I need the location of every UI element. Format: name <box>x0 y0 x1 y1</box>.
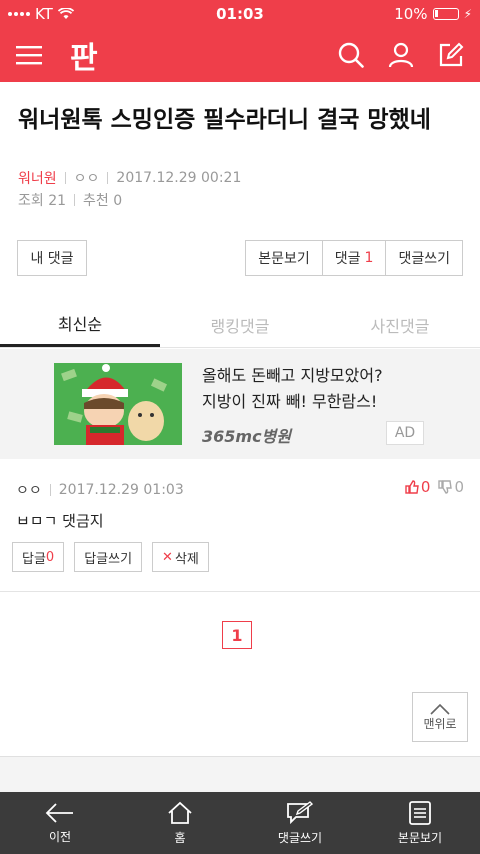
reply-count: 0 <box>45 549 55 565</box>
footer-strip <box>0 756 480 792</box>
view-count: 조회 21 <box>18 193 67 209</box>
comment-sort-tabs: 최신순 랭킹댓글 사진댓글 <box>0 302 480 348</box>
comment-votes: 0 0 <box>405 478 464 496</box>
ad-copy[interactable]: 올해도 돈빼고 지방모았어? 지방이 진짜 빼! 무한람스! <box>202 363 383 415</box>
menu-icon[interactable] <box>16 45 42 65</box>
nav-write-comment-label: 댓글쓰기 <box>277 830 323 845</box>
article-datetime: 2017.12.29 00:21 <box>116 170 242 186</box>
comments-label: 댓글 <box>334 251 361 267</box>
recommend-count: 추천 0 <box>83 193 123 209</box>
nav-home-label: 홈 <box>174 830 186 845</box>
ad-brand: 365mc병원 <box>202 427 291 446</box>
tab-latest[interactable]: 최신순 <box>0 302 160 347</box>
clock: 01:03 <box>216 5 264 23</box>
divider <box>49 484 51 496</box>
comment-meta: ㅇㅇ 2017.12.29 01:03 <box>16 480 184 500</box>
dislike-count: 0 <box>454 478 464 496</box>
delete-button[interactable]: ✕ 삭제 <box>152 542 209 572</box>
home-icon <box>168 801 192 824</box>
chevron-up-icon <box>430 703 450 715</box>
scroll-to-top-label: 맨위로 <box>423 716 457 731</box>
bottom-nav: 이전 홈 댓글쓰기 본문보기 <box>0 792 480 854</box>
document-icon <box>409 800 431 825</box>
ad-line-2: 지방이 진짜 빼! 무한람스! <box>202 392 378 411</box>
edit-icon[interactable] <box>438 42 464 68</box>
nav-view-body-label: 본문보기 <box>397 830 443 845</box>
write-comment-icon <box>287 800 314 824</box>
like-count: 0 <box>420 478 431 496</box>
comment-text: ㅂㅁㄱ 댓금지 <box>16 512 104 530</box>
comments-button[interactable]: 댓글 1 <box>321 240 387 276</box>
reply-label: 답글 <box>22 551 46 567</box>
nav-home[interactable]: 홈 <box>120 792 240 854</box>
battery-percent: 10% <box>394 5 428 23</box>
dislike-button[interactable]: 0 <box>438 478 464 496</box>
ad-image[interactable] <box>54 363 182 445</box>
page-number-current[interactable]: 1 <box>222 621 252 649</box>
my-comment-button[interactable]: 내 댓글 <box>17 240 87 276</box>
charging-icon: ⚡ <box>463 7 472 21</box>
write-reply-button[interactable]: 답글쓰기 <box>74 542 143 572</box>
thumbs-up-icon <box>405 480 419 494</box>
back-arrow-icon <box>45 802 73 823</box>
nav-back[interactable]: 이전 <box>0 792 120 854</box>
article-button-group: 본문보기 댓글 1 댓글쓰기 <box>245 240 463 276</box>
close-icon: ✕ <box>162 549 173 565</box>
logo[interactable]: 판 <box>70 33 98 77</box>
status-bar: KT 01:03 10% ⚡ <box>0 0 480 28</box>
nav-write-comment[interactable]: 댓글쓰기 <box>240 792 360 854</box>
comment-item: ㅇㅇ 2017.12.29 01:03 0 0 ㅂㅁㄱ 댓금지 답글 0 답글쓰… <box>0 460 480 592</box>
ad-banner[interactable]: 올해도 돈빼고 지방모았어? 지방이 진짜 빼! 무한람스! 365mc병원 A… <box>0 349 480 459</box>
article-author: ㅇㅇ <box>73 171 100 187</box>
comment-actions: 답글 0 답글쓰기 ✕ 삭제 <box>12 542 209 572</box>
ad-line-1: 올해도 돈빼고 지방모았어? <box>202 366 383 385</box>
scroll-to-top-button[interactable]: 맨위로 <box>412 692 468 742</box>
article-stats: 조회 21 추천 0 <box>18 190 122 210</box>
article-category[interactable]: 워너원 <box>18 168 57 188</box>
view-body-button[interactable]: 본문보기 <box>245 240 323 276</box>
like-button[interactable]: 0 <box>405 478 431 496</box>
carrier-label: KT <box>35 5 53 23</box>
ad-label: AD <box>386 421 424 445</box>
user-icon[interactable] <box>388 42 414 68</box>
divider <box>107 172 109 184</box>
article-meta: 워너원 ㅇㅇ 2017.12.29 00:21 <box>18 168 241 188</box>
delete-label: 삭제 <box>174 551 199 567</box>
nav-view-body[interactable]: 본문보기 <box>360 792 480 854</box>
article-title: 워너원톡 스밍인증 필수라더니 결국 망했네 <box>18 107 431 133</box>
battery-icon <box>432 8 459 20</box>
comment-datetime: 2017.12.29 01:03 <box>58 482 184 498</box>
write-comment-button[interactable]: 댓글쓰기 <box>385 240 463 276</box>
app-bar: 판 <box>0 28 480 82</box>
tab-ranking[interactable]: 랭킹댓글 <box>160 302 320 347</box>
search-icon[interactable] <box>338 42 364 68</box>
reply-button[interactable]: 답글 0 <box>12 542 65 572</box>
divider <box>74 194 76 206</box>
divider <box>64 172 66 184</box>
nav-back-label: 이전 <box>48 829 72 844</box>
tab-photo[interactable]: 사진댓글 <box>320 302 480 347</box>
comment-count: 1 <box>364 250 374 266</box>
thumbs-down-icon <box>438 480 453 494</box>
comment-author: ㅇㅇ <box>16 483 42 499</box>
signal-icon <box>8 12 30 16</box>
wifi-icon <box>57 8 74 19</box>
